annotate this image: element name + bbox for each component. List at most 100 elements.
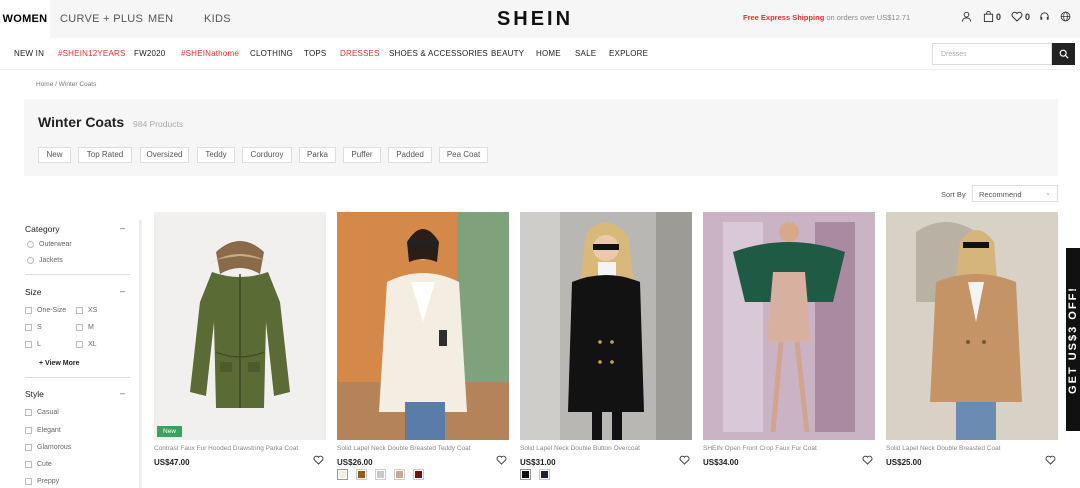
chip-top-rated[interactable]: Top Rated: [78, 147, 132, 163]
nav-shein12years[interactable]: #SHEIN12YEARS: [58, 49, 126, 58]
filter-option-xl[interactable]: XL: [76, 341, 97, 348]
nav-clothing[interactable]: CLOTHING: [250, 49, 293, 58]
radio-icon: [27, 241, 34, 248]
product-image[interactable]: [520, 212, 692, 440]
filter-option-glamorous[interactable]: Glamorous: [25, 444, 71, 451]
checkbox-icon: [25, 478, 32, 485]
color-swatch[interactable]: [520, 469, 531, 480]
color-swatch[interactable]: [356, 469, 367, 480]
tab-curve-plus[interactable]: CURVE + PLUS: [60, 0, 143, 38]
product-image[interactable]: [886, 212, 1058, 440]
heart-icon[interactable]: [862, 455, 873, 465]
filter-style-title[interactable]: Style: [25, 389, 44, 399]
side-promo-label-wrap[interactable]: GET US$3 OFF!: [1066, 248, 1080, 431]
collapse-category-icon[interactable]: –: [120, 223, 125, 233]
product-name[interactable]: SHEIN Open Front Crop Faux Fur Coat: [703, 445, 858, 452]
product-image[interactable]: [703, 212, 875, 440]
nav-shoes-accessories[interactable]: SHOES & ACCESSORIES: [389, 49, 488, 58]
chip-oversized[interactable]: Oversized: [140, 147, 189, 163]
chip-corduroy[interactable]: Corduroy: [242, 147, 292, 163]
account-icon[interactable]: [961, 11, 972, 22]
collapse-size-icon[interactable]: –: [120, 286, 125, 296]
category-header: [24, 99, 1058, 176]
nav-tops[interactable]: TOPS: [304, 49, 326, 58]
nav-explore[interactable]: EXPLORE: [609, 49, 648, 58]
filter-option-cute[interactable]: Cute: [25, 461, 52, 468]
promo-text: on orders over US$12.71: [824, 13, 911, 22]
breadcrumb[interactable]: Home / Winter Coats: [36, 81, 96, 88]
nav-fw2020[interactable]: FW2020: [134, 49, 165, 58]
chip-teddy[interactable]: Teddy: [197, 147, 235, 163]
nav-sheinathome[interactable]: #SHEINathome: [181, 49, 239, 58]
view-more-link[interactable]: + View More: [39, 360, 80, 367]
product-price: US$26.00: [337, 458, 373, 467]
color-swatch[interactable]: [539, 469, 550, 480]
bag-icon[interactable]: 0: [983, 11, 1001, 22]
heart-icon[interactable]: [313, 455, 324, 465]
filter-option-l[interactable]: L: [25, 341, 41, 348]
filter-option-preppy[interactable]: Preppy: [25, 478, 59, 485]
filter-category-title[interactable]: Category: [25, 224, 60, 234]
filter-option-one-size[interactable]: One-Size: [25, 307, 66, 314]
wishlist-icon[interactable]: 0: [1011, 11, 1030, 22]
sidebar-scrollbar[interactable]: [139, 220, 142, 488]
wishlist-count: 0: [1025, 11, 1031, 22]
product-card[interactable]: Solid Lapel Neck Double Breasted Coat US…: [886, 212, 1058, 467]
filter-option-jackets[interactable]: Jackets: [27, 257, 63, 264]
collapse-style-icon[interactable]: –: [120, 388, 125, 398]
product-name[interactable]: Solid Lapel Neck Double Button Overcoat: [520, 445, 675, 452]
chip-pea-coat[interactable]: Pea Coat: [439, 147, 488, 163]
nav-new-in[interactable]: NEW IN: [14, 49, 44, 58]
radio-icon: [27, 257, 34, 264]
chip-puffer[interactable]: Puffer: [343, 147, 381, 163]
heart-icon[interactable]: [496, 455, 507, 465]
search-icon: [1059, 49, 1069, 59]
nav-sale[interactable]: SALE: [575, 49, 596, 58]
shein-logo[interactable]: SHEIN: [470, 6, 600, 32]
search-input[interactable]: Dresses: [932, 43, 1052, 65]
product-name[interactable]: Contrast Faux Fur Hooded Drawstring Park…: [154, 445, 309, 452]
filter-option-m[interactable]: M: [76, 324, 94, 331]
product-card[interactable]: Solid Lapel Neck Double Button Overcoat …: [520, 212, 692, 480]
product-price: US$25.00: [886, 458, 922, 467]
option-label: Elegant: [37, 427, 61, 434]
color-swatch[interactable]: [337, 469, 348, 480]
filter-option-elegant[interactable]: Elegant: [25, 427, 61, 434]
checkbox-icon: [25, 324, 32, 331]
support-icon[interactable]: [1039, 11, 1050, 22]
chip-padded[interactable]: Padded: [388, 147, 432, 163]
heart-icon[interactable]: [679, 455, 690, 465]
tab-women[interactable]: WOMEN: [0, 0, 50, 38]
filter-option-outerwear[interactable]: Outerwear: [27, 241, 72, 248]
product-image[interactable]: [154, 212, 326, 440]
product-image[interactable]: [337, 212, 509, 440]
color-swatch[interactable]: [375, 469, 386, 480]
tab-men[interactable]: MEN: [148, 0, 173, 38]
nav-home[interactable]: HOME: [536, 49, 561, 58]
checkbox-icon: [25, 427, 32, 434]
color-swatch[interactable]: [413, 469, 424, 480]
filter-option-xs[interactable]: XS: [76, 307, 97, 314]
color-swatch[interactable]: [394, 469, 405, 480]
product-name[interactable]: Solid Lapel Neck Double Breasted Teddy C…: [337, 445, 492, 452]
search-button[interactable]: [1052, 43, 1075, 65]
chip-new[interactable]: New: [38, 147, 71, 163]
chip-parka[interactable]: Parka: [299, 147, 336, 163]
shipping-promo[interactable]: Free Express Shipping on orders over US$…: [743, 13, 910, 22]
product-card[interactable]: New Contrast Faux Fur Hooded Drawstring …: [154, 212, 326, 467]
sort-select[interactable]: Recommend ⌄: [972, 185, 1058, 202]
globe-icon[interactable]: [1060, 11, 1071, 22]
filter-size-title[interactable]: Size: [25, 287, 42, 297]
product-card[interactable]: SHEIN Open Front Crop Faux Fur Coat US$3…: [703, 212, 875, 467]
tab-kids[interactable]: KIDS: [204, 0, 231, 38]
filter-option-s[interactable]: S: [25, 324, 42, 331]
nav-dresses[interactable]: DRESSES: [340, 49, 380, 58]
checkbox-icon: [25, 461, 32, 468]
product-name[interactable]: Solid Lapel Neck Double Breasted Coat: [886, 445, 1041, 452]
filter-option-casual[interactable]: Casual: [25, 409, 59, 416]
heart-icon[interactable]: [1045, 455, 1056, 465]
sort-by-label: Sort By: [941, 190, 966, 199]
checkbox-icon: [76, 307, 83, 314]
nav-beauty[interactable]: BEAUTY: [491, 49, 524, 58]
product-card[interactable]: Solid Lapel Neck Double Breasted Teddy C…: [337, 212, 509, 480]
